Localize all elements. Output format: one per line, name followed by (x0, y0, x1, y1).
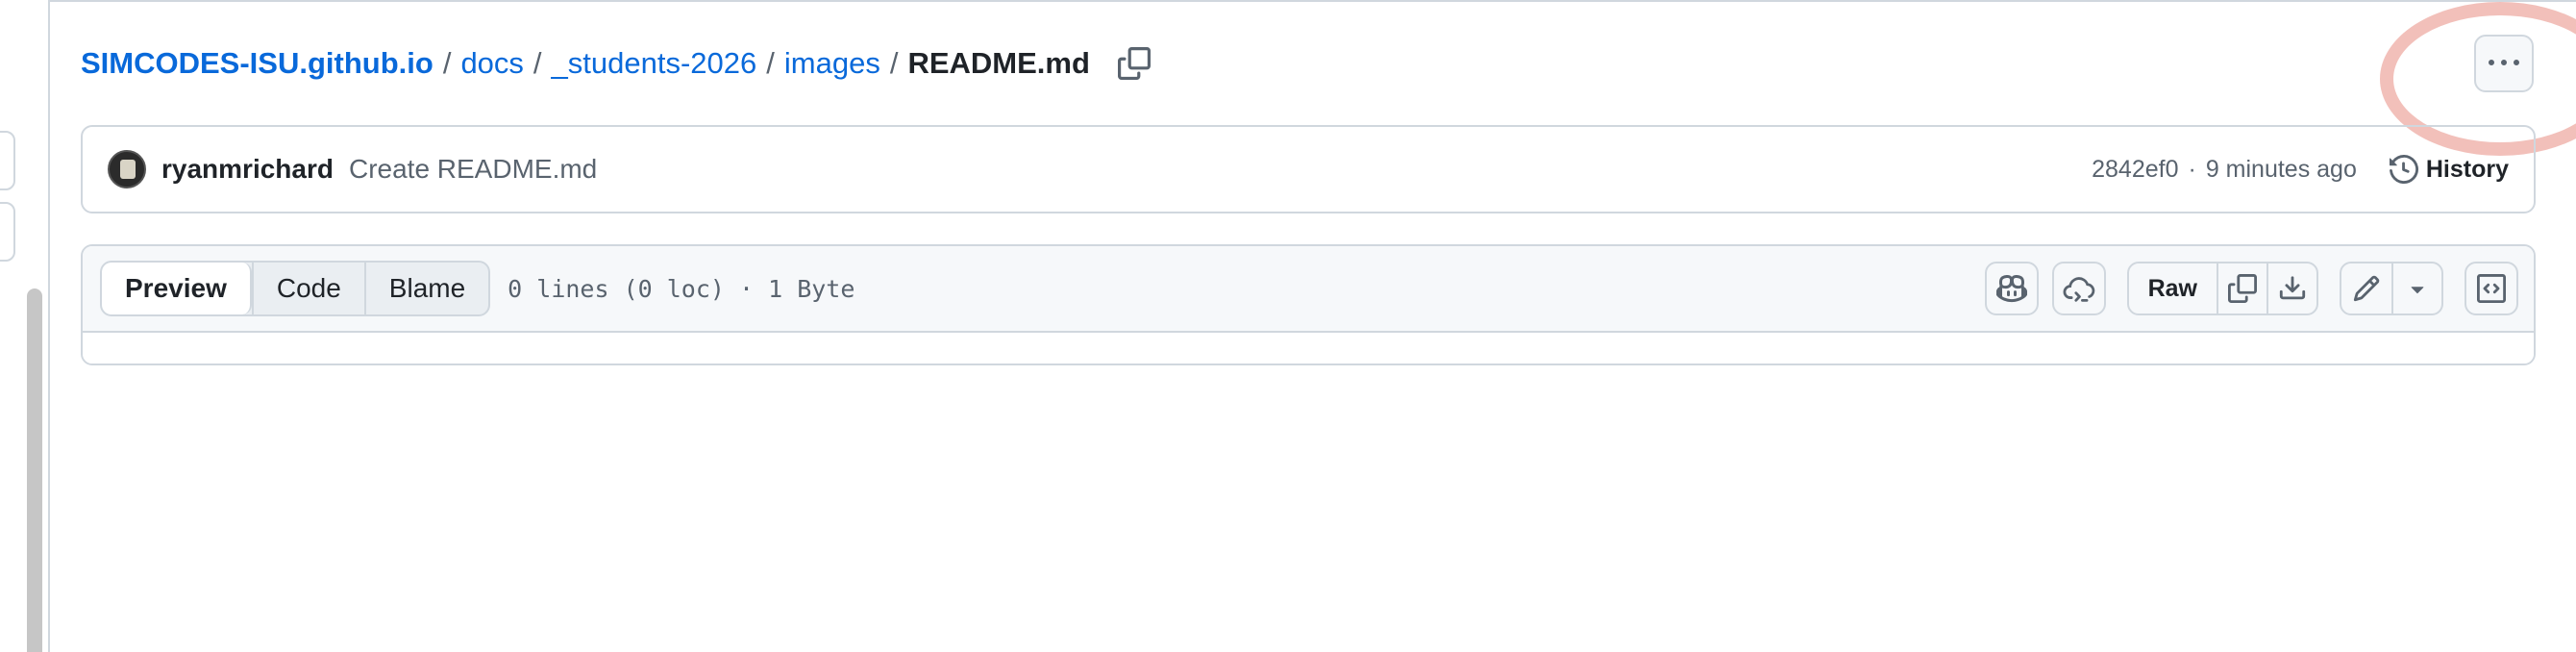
tab-preview[interactable]: Preview (102, 263, 252, 314)
left-sidebar-edge (0, 0, 50, 652)
history-button[interactable]: History (2389, 155, 2509, 184)
copy-path-button[interactable] (1115, 44, 1153, 83)
copy-icon (2228, 274, 2257, 303)
commit-time: 9 minutes ago (2205, 155, 2357, 183)
commit-meta: 2842ef0 · 9 minutes ago History (2092, 155, 2509, 184)
file-content-empty (83, 333, 2534, 364)
raw-copy-download-group: Raw (2126, 262, 2318, 315)
pencil-icon (2353, 275, 2380, 302)
commit-meta-separator: · (2188, 155, 2196, 183)
more-options-button[interactable] (2474, 35, 2534, 92)
tab-blame[interactable]: Blame (363, 263, 488, 314)
symbols-panel-button[interactable] (2465, 262, 2518, 315)
code-square-icon (2477, 274, 2506, 303)
sidebar-stub-top[interactable] (0, 131, 15, 190)
breadcrumb-current-file: README.md (907, 46, 1090, 80)
download-button[interactable] (2266, 263, 2316, 313)
codespaces-button[interactable] (2051, 262, 2106, 315)
breadcrumb: SIMCODES-ISU.github.io / docs / _student… (81, 42, 1153, 85)
commit-sha-link[interactable]: 2842ef0 (2092, 156, 2178, 184)
breadcrumb-repo-link[interactable]: SIMCODES-ISU.github.io (81, 46, 433, 81)
tab-code[interactable]: Code (251, 263, 364, 314)
latest-commit-bar: ryanmrichard Create README.md 2842ef0 · … (81, 125, 2536, 213)
edit-dropdown-button[interactable] (2391, 263, 2441, 313)
edit-button[interactable] (2341, 263, 2391, 313)
copilot-button[interactable] (1984, 262, 2039, 315)
copy-raw-button[interactable] (2217, 263, 2266, 313)
copilot-icon (1995, 274, 2027, 303)
file-header: Preview Code Blame 0 lines (0 loc) · 1 B… (83, 246, 2534, 333)
kebab-horizontal-icon (2489, 60, 2519, 65)
raw-button[interactable]: Raw (2129, 263, 2217, 313)
breadcrumb-students-link[interactable]: _students-2026 (552, 46, 757, 81)
breadcrumb-separator: / (889, 46, 899, 80)
sidebar-stub-bottom[interactable] (0, 202, 15, 262)
breadcrumb-separator: / (766, 46, 775, 80)
sidebar-scrollbar[interactable] (27, 288, 42, 652)
breadcrumb-docs-link[interactable]: docs (460, 46, 523, 81)
commit-author-link[interactable]: ryanmrichard (161, 154, 334, 185)
history-label: History (2425, 155, 2509, 183)
commit-message-link[interactable]: Create README.md (349, 154, 597, 185)
history-icon (2389, 155, 2418, 184)
top-divider (50, 0, 2576, 2)
triangle-down-icon (2411, 287, 2424, 294)
avatar[interactable] (108, 150, 146, 188)
file-info: 0 lines (0 loc) · 1 Byte (508, 274, 855, 303)
breadcrumb-separator: / (533, 46, 542, 80)
view-mode-switcher: Preview Code Blame (100, 261, 491, 316)
copy-icon (1117, 47, 1151, 80)
breadcrumb-separator: / (442, 46, 452, 80)
download-icon (2279, 276, 2306, 300)
cloud-sync-icon (2063, 277, 2094, 302)
file-viewer: Preview Code Blame 0 lines (0 loc) · 1 B… (81, 244, 2536, 365)
breadcrumb-images-link[interactable]: images (784, 46, 880, 81)
edit-group (2340, 262, 2443, 315)
file-toolbar: Raw (1984, 262, 2518, 315)
